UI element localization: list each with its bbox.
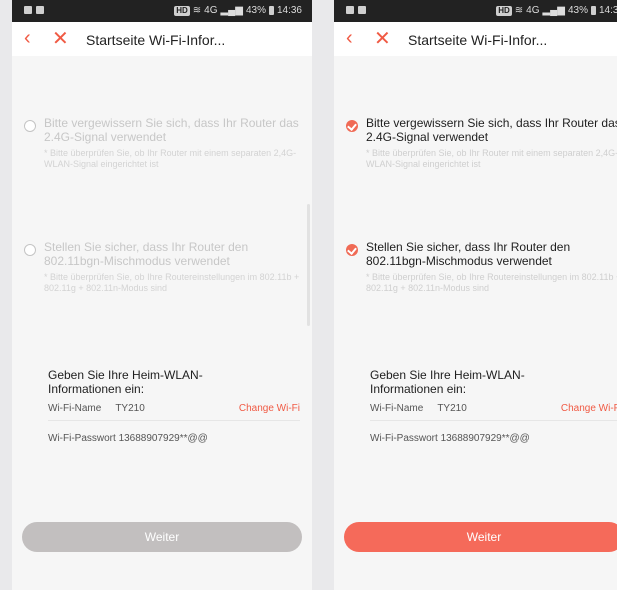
close-icon[interactable]: ✕ bbox=[374, 28, 391, 50]
wifi-icon: ≋ bbox=[514, 5, 524, 16]
status-bar: HD ≋ 4G ▂▄▆ 43% 14:36 bbox=[12, 0, 312, 22]
check-item-title: Bitte vergewissern Sie sich, dass Ihr Ro… bbox=[366, 116, 617, 144]
check-item-hint: * Bitte überprüfen Sie, ob Ihre Routerei… bbox=[366, 272, 617, 293]
gallery-notification-icon bbox=[24, 6, 32, 14]
chevron-left-icon[interactable]: ‹ bbox=[346, 27, 353, 49]
close-icon[interactable]: ✕ bbox=[52, 28, 69, 50]
wifi-heading: Geben Sie Ihre Heim-WLAN-Informationen e… bbox=[370, 368, 525, 396]
phone-screen-checked: HD ≋ 4G ▂▄▆ 43% 14:36 ‹ ✕ Startseite Wi-… bbox=[334, 0, 617, 590]
nav-bar: ‹ ✕ Startseite Wi-Fi-Infor... bbox=[334, 22, 617, 56]
radio-unchecked-icon[interactable] bbox=[24, 244, 36, 256]
check-item-hint: * Bitte überprüfen Sie, ob Ihre Routerei… bbox=[44, 272, 300, 293]
wifi-password-row[interactable]: Wi-Fi-Passwort 13688907929**@@ bbox=[48, 433, 300, 444]
signal-icon: ▂▄▆ bbox=[220, 5, 243, 16]
wifi-heading: Geben Sie Ihre Heim-WLAN-Informationen e… bbox=[48, 368, 203, 396]
battery-text: 43% bbox=[245, 5, 266, 16]
change-wifi-link[interactable]: Change Wi-Fi bbox=[561, 403, 617, 414]
nav-bar: ‹ ✕ Startseite Wi-Fi-Infor... bbox=[12, 22, 312, 56]
divider bbox=[370, 420, 617, 421]
wifi-password-label: Wi-Fi-Passwort bbox=[48, 433, 119, 444]
checkmark-circle-icon[interactable] bbox=[346, 120, 358, 132]
signal-icon: ▂▄▆ bbox=[542, 5, 565, 16]
status-bar: HD ≋ 4G ▂▄▆ 43% 14:36 bbox=[334, 0, 617, 22]
wifi-name-value: TY210 bbox=[437, 402, 467, 414]
wifi-password-label: Wi-Fi-Passwort bbox=[370, 433, 441, 444]
check-item-title: Bitte vergewissern Sie sich, dass Ihr Ro… bbox=[44, 116, 299, 144]
wifi-name-row: Wi-Fi-Name TY210 Change Wi-Fi bbox=[48, 400, 300, 416]
divider bbox=[48, 420, 300, 421]
change-wifi-link[interactable]: Change Wi-Fi bbox=[239, 403, 300, 414]
wifi-name-value: TY210 bbox=[115, 402, 145, 414]
check-item-2g-signal[interactable]: Bitte vergewissern Sie sich, dass Ihr Ro… bbox=[24, 116, 302, 170]
network-label: 4G bbox=[526, 5, 540, 16]
content-area: Bitte vergewissern Sie sich, dass Ihr Ro… bbox=[334, 56, 617, 590]
wifi-info-section: Geben Sie Ihre Heim-WLAN-Informationen e… bbox=[48, 368, 300, 444]
radio-unchecked-icon[interactable] bbox=[24, 120, 36, 132]
wifi-name-label: Wi-Fi-Name bbox=[48, 402, 102, 414]
check-item-mixed-mode[interactable]: Stellen Sie sicher, dass Ihr Router den … bbox=[346, 240, 617, 294]
wifi-icon: ≋ bbox=[192, 5, 202, 16]
message-notification-icon bbox=[36, 6, 44, 14]
page-title: Startseite Wi-Fi-Infor... bbox=[408, 32, 548, 48]
check-item-2g-signal[interactable]: Bitte vergewissern Sie sich, dass Ihr Ro… bbox=[346, 116, 617, 170]
content-area: Bitte vergewissern Sie sich, dass Ihr Ro… bbox=[12, 56, 312, 590]
hd-icon: HD bbox=[174, 5, 190, 16]
wifi-password-value: 13688907929**@@ bbox=[118, 433, 208, 444]
wifi-info-section: Geben Sie Ihre Heim-WLAN-Informationen e… bbox=[370, 368, 617, 444]
wifi-password-value: 13688907929**@@ bbox=[440, 433, 530, 444]
battery-icon bbox=[268, 6, 274, 15]
clock: 14:36 bbox=[276, 5, 302, 16]
wifi-name-row: Wi-Fi-Name TY210 Change Wi-Fi bbox=[370, 400, 617, 416]
checkmark-circle-icon[interactable] bbox=[346, 244, 358, 256]
check-item-hint: * Bitte überprüfen Sie, ob Ihr Router mi… bbox=[44, 148, 297, 169]
check-item-hint: * Bitte überprüfen Sie, ob Ihr Router mi… bbox=[366, 148, 617, 169]
hd-icon: HD bbox=[496, 5, 512, 16]
weiter-button[interactable]: Weiter bbox=[344, 522, 617, 552]
message-notification-icon bbox=[358, 6, 366, 14]
gallery-notification-icon bbox=[346, 6, 354, 14]
battery-text: 43% bbox=[567, 5, 588, 16]
check-item-title: Stellen Sie sicher, dass Ihr Router den … bbox=[44, 240, 249, 268]
check-item-title: Stellen Sie sicher, dass Ihr Router den … bbox=[366, 240, 571, 268]
weiter-button[interactable]: Weiter bbox=[22, 522, 302, 552]
clock: 14:36 bbox=[598, 5, 617, 16]
network-label: 4G bbox=[204, 5, 218, 16]
chevron-left-icon[interactable]: ‹ bbox=[24, 27, 31, 49]
page-title: Startseite Wi-Fi-Infor... bbox=[86, 32, 226, 48]
battery-icon bbox=[590, 6, 596, 15]
wifi-name-label: Wi-Fi-Name bbox=[370, 402, 424, 414]
phone-screen-unchecked: HD ≋ 4G ▂▄▆ 43% 14:36 ‹ ✕ Startseite Wi-… bbox=[12, 0, 312, 590]
wifi-password-row[interactable]: Wi-Fi-Passwort 13688907929**@@ bbox=[370, 433, 617, 444]
scrollbar[interactable] bbox=[307, 204, 310, 326]
check-item-mixed-mode[interactable]: Stellen Sie sicher, dass Ihr Router den … bbox=[24, 240, 302, 294]
